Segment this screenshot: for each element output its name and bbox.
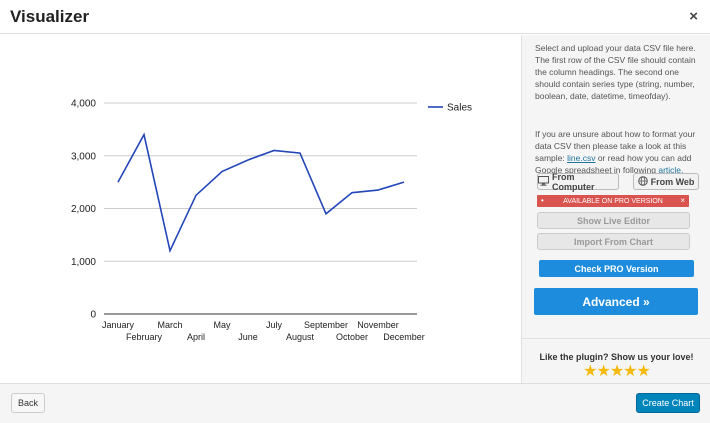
x-tick-label: August	[286, 332, 315, 342]
sidebar-divider	[522, 338, 710, 339]
computer-icon	[538, 175, 549, 188]
x-tick-label: June	[238, 332, 258, 342]
x-tick-label: May	[213, 320, 231, 330]
globe-icon	[637, 175, 648, 188]
y-tick-label: 3,000	[71, 151, 96, 162]
back-button[interactable]: Back	[11, 393, 45, 413]
y-tick-label: 0	[90, 310, 96, 321]
sample-csv-link[interactable]: line.csv	[567, 153, 595, 163]
x-tick-label: April	[187, 332, 205, 342]
from-computer-button[interactable]: From Computer	[537, 171, 619, 192]
help-text: If you are unsure about how to format yo…	[535, 128, 705, 176]
line-chart: 0 1,000 2,000 3,000 4,000 January February Mar…	[71, 99, 472, 343]
x-tick-label: September	[304, 320, 348, 330]
sidebar-panel: Select and upload your data CSV file her…	[521, 35, 710, 383]
pro-banner-label: AVAILABLE ON PRO VERSION	[563, 197, 663, 205]
chart-preview: 0 1,000 2,000 3,000 4,000 January February Mar…	[0, 35, 521, 383]
modal-footer: Back Create Chart	[0, 383, 710, 423]
x-tick-label: December	[383, 332, 425, 342]
create-chart-button[interactable]: Create Chart	[636, 393, 700, 413]
close-banner-icon: ×	[680, 196, 685, 205]
from-computer-label: From Computer	[552, 171, 595, 192]
x-tick-label: January	[102, 320, 135, 330]
y-tick-label: 4,000	[71, 99, 96, 110]
love-text: Like the plugin? Show us your love!	[539, 352, 694, 362]
x-tick-label: November	[357, 320, 399, 330]
x-tick-label: February	[126, 332, 163, 342]
y-tick-label: 2,000	[71, 204, 96, 215]
x-tick-label: March	[157, 320, 182, 330]
y-tick-label: 1,000	[71, 257, 96, 268]
modal-title: Visualizer	[10, 7, 90, 26]
from-web-button[interactable]: From Web	[633, 173, 699, 190]
bullet-icon: •	[541, 196, 544, 205]
x-tick-label: October	[336, 332, 368, 342]
pro-version-banner: • AVAILABLE ON PRO VERSION ×	[537, 195, 689, 207]
check-pro-version-button[interactable]: Check PRO Version	[539, 260, 694, 277]
import-from-chart-button[interactable]: Import From Chart	[537, 233, 690, 250]
from-web-label: From Web	[650, 176, 695, 187]
rating-stars-icon[interactable]: ★★★★★	[522, 364, 710, 380]
advanced-button[interactable]: Advanced »	[534, 288, 698, 315]
show-live-editor-button[interactable]: Show Live Editor	[537, 212, 690, 229]
legend-label-sales: Sales	[447, 103, 472, 114]
x-tick-label: July	[266, 320, 283, 330]
modal-header: Visualizer ×	[0, 0, 710, 34]
close-icon[interactable]: ×	[689, 8, 698, 25]
series-line-sales	[117, 132, 405, 254]
upload-instructions: Select and upload your data CSV file her…	[535, 43, 696, 101]
